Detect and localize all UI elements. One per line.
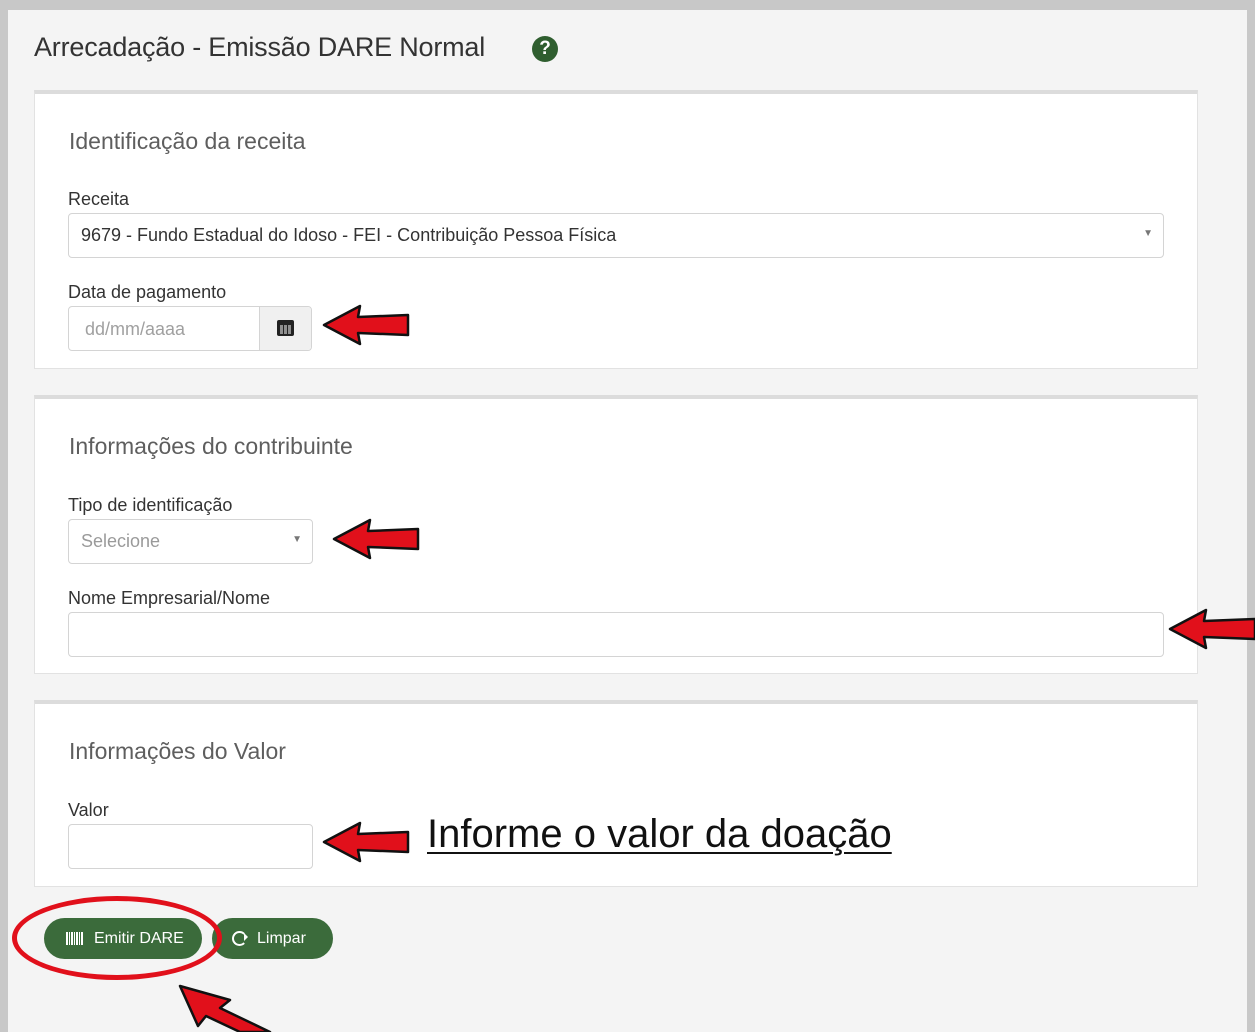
annotation-arrow-emitir bbox=[178, 984, 272, 1032]
receita-panel: Identificação da receita Receita 9679 - … bbox=[34, 90, 1198, 369]
data-pagamento-field[interactable]: dd/mm/aaaa bbox=[68, 306, 312, 351]
annotation-valor-hint: Informe o valor da doação bbox=[427, 812, 892, 856]
contribuinte-panel: Informações do contribuinte Tipo de iden… bbox=[34, 395, 1198, 674]
page-title: Arrecadação - Emissão DARE Normal bbox=[34, 32, 486, 62]
limpar-button[interactable]: Limpar bbox=[212, 918, 333, 959]
window-frame-right bbox=[1247, 0, 1255, 1032]
annotation-arrow-date bbox=[322, 304, 410, 346]
valor-label: Valor bbox=[68, 800, 109, 820]
refresh-icon bbox=[232, 931, 248, 946]
annotation-highlight-emitir bbox=[12, 896, 222, 980]
receita-panel-heading: Identificação da receita bbox=[69, 128, 306, 154]
annotation-arrow-tipo bbox=[332, 518, 420, 560]
window-frame-top bbox=[0, 0, 1255, 10]
chevron-down-icon: ▼ bbox=[292, 534, 302, 545]
data-pagamento-input[interactable]: dd/mm/aaaa bbox=[85, 319, 185, 340]
annotation-arrow-valor bbox=[322, 821, 410, 863]
tipo-identificacao-select[interactable]: Selecione ▼ bbox=[68, 519, 313, 564]
data-pagamento-label: Data de pagamento bbox=[68, 282, 227, 302]
valor-input[interactable] bbox=[68, 824, 313, 869]
tipo-identificacao-label: Tipo de identificação bbox=[68, 495, 233, 515]
calendar-icon bbox=[277, 320, 294, 336]
contribuinte-panel-heading: Informações do contribuinte bbox=[69, 433, 353, 459]
window-frame-left bbox=[0, 0, 8, 1032]
limpar-label: Limpar bbox=[257, 929, 306, 947]
calendar-button[interactable] bbox=[259, 307, 311, 350]
annotation-arrow-nome bbox=[1168, 608, 1255, 650]
receita-select[interactable]: 9679 - Fundo Estadual do Idoso - FEI - C… bbox=[68, 213, 1164, 258]
valor-panel-heading: Informações do Valor bbox=[69, 738, 286, 764]
nome-input[interactable] bbox=[68, 612, 1164, 657]
tipo-identificacao-value: Selecione bbox=[81, 531, 161, 551]
chevron-down-icon: ▼ bbox=[1143, 228, 1153, 239]
receita-label: Receita bbox=[68, 189, 130, 209]
receita-select-value: 9679 - Fundo Estadual do Idoso - FEI - C… bbox=[81, 225, 617, 245]
question-circle-icon[interactable]: ? bbox=[532, 36, 558, 62]
valor-panel: Informações do Valor Valor bbox=[34, 700, 1198, 887]
nome-label: Nome Empresarial/Nome bbox=[68, 588, 271, 608]
